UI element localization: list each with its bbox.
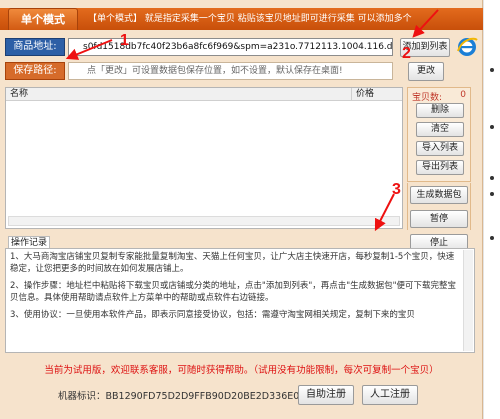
annotation-arrow-2 (412, 9, 439, 38)
annotation-arrows (65, 9, 439, 232)
bullet-dot (490, 236, 494, 240)
annotation-arrow-1 (65, 39, 113, 60)
bullet-dot (490, 176, 494, 180)
bullet-dot (490, 125, 494, 129)
bullet-dot (490, 68, 494, 72)
annotation-arrow-3 (374, 193, 395, 232)
bullet-dot (490, 192, 494, 196)
page-side-strip (483, 0, 500, 419)
app-window: 单个模式 【单个模式】 就是指定采集一个宝贝 粘贴该宝贝地址即可进行采集 可以添… (0, 0, 483, 419)
